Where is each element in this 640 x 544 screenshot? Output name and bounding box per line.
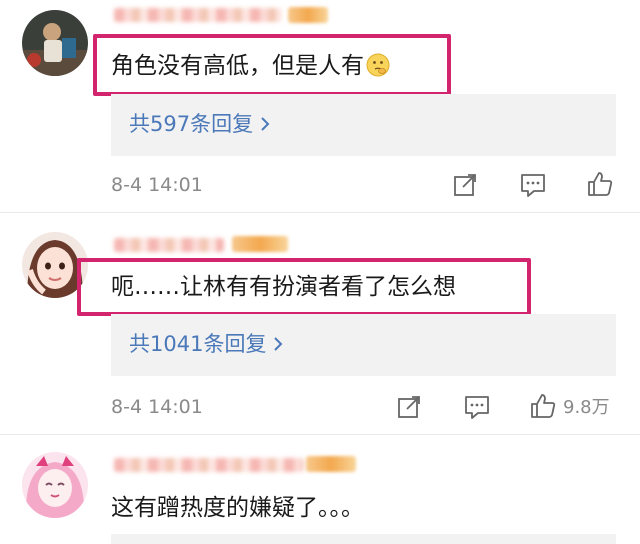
replies-count-label: 共1041条回复 — [129, 332, 267, 356]
comment-button[interactable] — [463, 394, 491, 420]
share-button[interactable] — [396, 394, 422, 420]
share-button[interactable] — [452, 172, 478, 198]
comment-text-content: 角色没有高低，但是人有 — [111, 53, 364, 79]
timestamp: 8-4 14:01 — [111, 396, 203, 418]
user-badge-redacted — [232, 236, 288, 252]
username-redacted[interactable] — [114, 8, 282, 22]
chevron-right-icon — [259, 113, 271, 139]
comment-text: 这有蹭热度的嫌疑了。。。 — [111, 495, 364, 521]
view-replies-link[interactable]: 共597条回复 — [129, 111, 271, 139]
like-count: 9.8万 — [563, 397, 610, 418]
comment-icon — [463, 394, 491, 420]
avatar[interactable] — [22, 452, 88, 518]
like-button[interactable]: 9.8万 — [529, 392, 610, 420]
username-redacted[interactable] — [114, 238, 224, 252]
timestamp: 8-4 14:01 — [111, 174, 203, 196]
comment-text: 角色没有高低，但是人有 — [111, 51, 390, 81]
comment-text: 呃……让林有有扮演者看了怎么想 — [111, 274, 456, 300]
thumbs-up-icon — [529, 392, 557, 420]
comment-button[interactable] — [519, 172, 547, 198]
reply-preview: 共597条回复 — [111, 94, 616, 156]
view-replies-link[interactable]: 共1041条回复 — [129, 331, 284, 359]
thinking-face-emoji — [366, 53, 390, 77]
replies-count-label: 共597条回复 — [129, 112, 254, 136]
divider — [0, 212, 640, 213]
share-edit-icon — [396, 394, 422, 420]
avatar[interactable] — [22, 10, 88, 76]
comment-icon — [519, 172, 547, 198]
chevron-right-icon — [272, 333, 284, 359]
share-edit-icon — [452, 172, 478, 198]
user-badge-redacted — [288, 7, 328, 23]
comment-feed: 角色没有高低，但是人有 共597条回复 8-4 14:01 呃……让林有有扮演者… — [0, 0, 640, 544]
reply-preview — [111, 534, 616, 544]
divider — [0, 434, 640, 435]
thumbs-up-icon — [586, 170, 614, 198]
user-badge-redacted — [306, 456, 356, 472]
like-button[interactable] — [586, 170, 614, 198]
username-redacted[interactable] — [114, 458, 304, 472]
reply-preview: 共1041条回复 — [111, 314, 616, 376]
